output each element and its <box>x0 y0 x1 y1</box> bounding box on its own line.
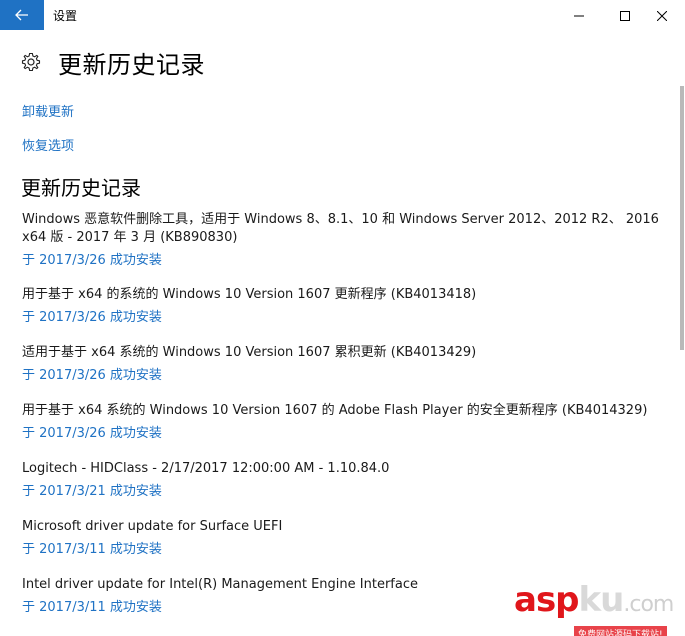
update-status-link[interactable]: 于 2017/3/26 成功安装 <box>22 309 662 327</box>
minimize-icon <box>574 6 584 25</box>
window-title: 设置 <box>53 9 78 23</box>
watermark-logo: aspku.com 免费网站源码下载站! <box>514 583 685 636</box>
update-entry: 用于基于 x64 系统的 Windows 10 Version 1607 的 A… <box>22 402 662 443</box>
update-status-link[interactable]: 于 2017/3/26 成功安装 <box>22 425 662 443</box>
update-status-link[interactable]: 于 2017/3/26 成功安装 <box>22 367 662 385</box>
update-entry: 适用于基于 x64 系统的 Windows 10 Version 1607 累积… <box>22 344 662 385</box>
update-status-link[interactable]: 于 2017/3/11 成功安装 <box>22 541 662 559</box>
update-entry: Logitech - HIDClass - 2/17/2017 12:00:00… <box>22 460 662 501</box>
update-status-link[interactable]: 于 2017/3/21 成功安装 <box>22 483 662 501</box>
update-status-link[interactable]: 于 2017/3/26 成功安装 <box>22 252 662 270</box>
page-title: 更新历史记录 <box>58 50 205 79</box>
maximize-icon <box>620 6 630 25</box>
update-name: Logitech - HIDClass - 2/17/2017 12:00:00… <box>22 461 390 476</box>
watermark-brand: aspku.com <box>514 580 674 620</box>
update-name: 用于基于 x64 的系统的 Windows 10 Version 1607 更新… <box>22 287 477 302</box>
close-button[interactable] <box>639 0 685 30</box>
minimize-button[interactable] <box>556 0 602 30</box>
title-bar: 设置 <box>0 0 685 30</box>
update-name: 适用于基于 x64 系统的 Windows 10 Version 1607 累积… <box>22 345 477 360</box>
watermark-tagline: 免费网站源码下载站! <box>574 626 667 636</box>
section-title: 更新历史记录 <box>21 176 141 200</box>
update-name: 用于基于 x64 系统的 Windows 10 Version 1607 的 A… <box>22 403 648 418</box>
scrollbar-thumb[interactable] <box>680 86 684 350</box>
update-name: Microsoft driver update for Surface UEFI <box>22 519 283 534</box>
page-header: 更新历史记录 <box>20 46 205 79</box>
update-entry: 用于基于 x64 的系统的 Windows 10 Version 1607 更新… <box>22 286 662 327</box>
gear-icon <box>20 51 42 73</box>
update-entry: Microsoft driver update for Surface UEFI… <box>22 518 662 559</box>
uninstall-updates-link[interactable]: 卸载更新 <box>22 101 74 120</box>
recovery-options-link[interactable]: 恢复选项 <box>22 135 74 154</box>
update-entry: Windows 恶意软件删除工具，适用于 Windows 8、8.1、10 和 … <box>22 211 662 270</box>
back-button[interactable] <box>0 0 44 30</box>
close-icon <box>656 6 668 25</box>
update-name: Windows 恶意软件删除工具，适用于 Windows 8、8.1、10 和 … <box>22 212 659 245</box>
back-arrow-icon <box>15 6 29 25</box>
